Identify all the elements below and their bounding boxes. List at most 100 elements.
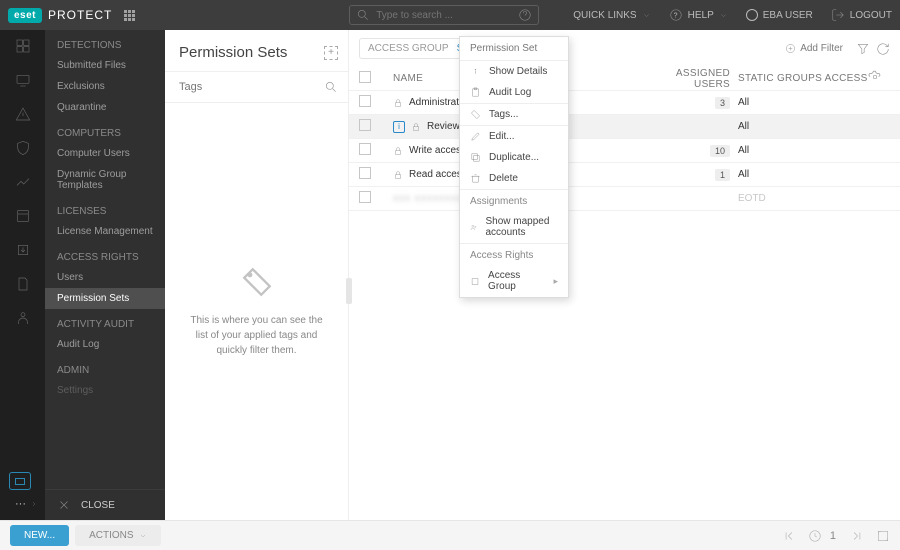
close-icon [57,498,71,512]
ctx-edit[interactable]: Edit... [460,125,568,147]
add-filter-label: Add Filter [800,43,843,54]
pencil-icon [470,131,481,142]
user-name: EBA USER [763,10,813,21]
policies-icon[interactable] [15,276,31,292]
new-button[interactable]: NEW... [10,525,69,546]
lock-icon [411,122,421,132]
first-page-icon[interactable] [782,529,796,543]
gear-icon[interactable] [868,70,882,84]
row-groups: All [738,145,868,156]
warning-icon[interactable] [15,106,31,122]
table-row[interactable]: Write access permission set10All [349,139,900,163]
ctx-show-mapped[interactable]: Show mapped accounts [460,211,568,243]
clock-icon[interactable] [808,529,822,543]
page-number: 1 [830,530,836,542]
nav-section: ACCESS RIGHTS [45,242,165,267]
nav-item[interactable]: Quarantine [45,97,165,118]
group-icon [470,276,480,287]
col-static-groups[interactable]: STATIC GROUPS ACCESS [738,73,868,84]
ctx-tags[interactable]: Tags... [460,103,568,125]
ctx-show-details-label: Show Details [489,66,547,77]
remote-monitor-icon[interactable] [9,472,31,490]
row-groups: All [738,97,868,108]
expand-rail[interactable]: ··· [15,492,38,520]
user-menu[interactable]: EBA USER [746,9,813,21]
row-checkbox[interactable] [359,167,371,179]
side-nav: DETECTIONSSubmitted FilesExclusionsQuara… [45,30,165,520]
plus-circle-icon [785,43,796,54]
ctx-delete[interactable]: Delete [460,168,568,189]
nav-item[interactable]: Submitted Files [45,55,165,76]
row-checkbox[interactable] [359,119,371,131]
ctx-access-rights-header: Access Rights [460,243,568,265]
table-row[interactable]: Read access permission set1All [349,163,900,187]
nav-item[interactable]: Audit Log [45,334,165,355]
ctx-edit-label: Edit... [489,131,515,142]
select-all-checkbox[interactable] [359,71,371,83]
reports-icon[interactable] [15,174,31,190]
table-row[interactable]: iReviewer permission setAll [349,115,900,139]
ctx-access-group[interactable]: Access Group ▸ [460,265,568,297]
pane-resize-handle[interactable] [346,278,352,304]
chevron-right-icon: ▸ [553,276,558,287]
tasks-icon[interactable] [15,208,31,224]
icon-rail: ··· [0,30,45,520]
help-circle-icon[interactable] [518,8,532,22]
expand-icon[interactable] [876,529,890,543]
quick-links[interactable]: QUICK LINKS [573,10,650,21]
lock-icon [393,98,403,108]
chevron-down-icon [139,532,147,540]
next-page-icon[interactable] [850,529,864,543]
logout-button[interactable]: LOGOUT [831,8,892,22]
nav-section: LICENSES [45,196,165,221]
table-row[interactable]: xxx xxxxxxxxEOTD [349,187,900,211]
row-checkbox[interactable] [359,143,371,155]
add-filter-button[interactable]: Add Filter [778,39,850,58]
apps-grid-icon[interactable] [124,10,135,21]
notifications-icon[interactable] [15,310,31,326]
computers-icon[interactable] [15,72,31,88]
search-icon [356,8,370,22]
copy-icon [470,152,481,163]
funnel-icon[interactable] [856,42,870,56]
add-tag-button[interactable]: + [324,46,338,60]
nav-item[interactable]: Exclusions [45,76,165,97]
info-icon [470,66,481,77]
user-avatar-icon [746,9,758,21]
nav-item[interactable]: Computer Users [45,143,165,164]
nav-item[interactable]: Dynamic Group Templates [45,164,165,196]
actions-label: ACTIONS [89,530,133,541]
ctx-show-details[interactable]: Show Details [460,61,568,82]
actions-button[interactable]: ACTIONS [75,525,160,546]
tags-empty-text: This is where you can see the list of yo… [185,313,328,358]
chevron-down-icon [642,11,651,20]
help-label: HELP [688,10,714,21]
table-row[interactable]: Administrator permission set3All [349,91,900,115]
nav-item[interactable]: Users [45,267,165,288]
svg-text:?: ? [673,12,677,19]
search-input[interactable] [376,10,512,21]
ctx-audit-log[interactable]: Audit Log [460,82,568,103]
ctx-duplicate[interactable]: Duplicate... [460,147,568,168]
ctx-delete-label: Delete [489,173,518,184]
nav-item[interactable]: License Management [45,221,165,242]
search-icon[interactable] [324,80,338,94]
nav-section: DETECTIONS [45,30,165,55]
tag-icon [470,109,481,120]
global-search[interactable] [349,5,539,25]
nav-item[interactable]: Settings [45,380,165,401]
row-info-icon[interactable]: i [393,121,405,133]
row-checkbox[interactable] [359,191,371,203]
col-assigned[interactable]: ASSIGNED USERS [638,68,738,90]
installer-icon[interactable] [15,242,31,258]
row-checkbox[interactable] [359,95,371,107]
help-menu[interactable]: ? HELP [669,8,728,22]
ctx-duplicate-label: Duplicate... [489,152,539,163]
nav-item[interactable]: Permission Sets [45,288,165,309]
ctx-access-group-label: Access Group [488,270,545,292]
refresh-icon[interactable] [876,42,890,56]
dashboard-icon[interactable] [15,38,31,54]
shield-icon[interactable] [15,140,31,156]
ctx-tags-label: Tags... [489,109,518,120]
close-nav[interactable]: CLOSE [45,489,165,520]
